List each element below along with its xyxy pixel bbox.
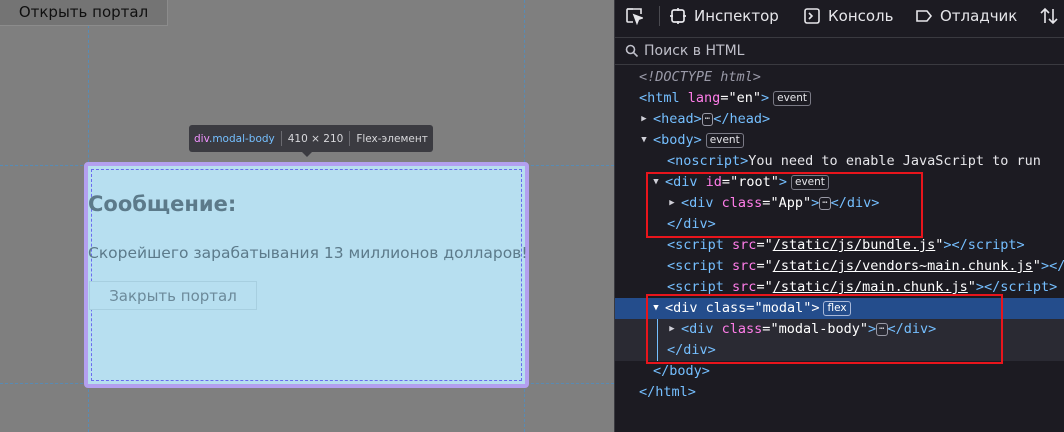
toolbar-divider xyxy=(659,6,660,26)
infobar-type: Flex-элемент xyxy=(356,132,428,145)
modal-title: Сообщение: xyxy=(88,192,237,216)
page-viewport: Открыть портал Сообщение: Скорейшего зар… xyxy=(0,0,614,432)
collapse-arrow-icon[interactable]: ▼ xyxy=(639,130,649,151)
tree-node-html-close[interactable]: </html> xyxy=(615,382,1064,403)
overflow-arrows-icon[interactable] xyxy=(1039,6,1059,30)
tree-node-noscript[interactable]: <noscript>You need to enable JavaScript … xyxy=(615,151,1064,172)
annotation-box-root xyxy=(646,172,923,238)
infobar-size: 410 × 210 xyxy=(287,132,344,145)
html-search-input[interactable] xyxy=(644,43,1024,59)
close-portal-button[interactable]: Закрыть портал xyxy=(89,281,257,310)
node-infobar: div.modal-body 410 × 210 Flex-элемент xyxy=(189,125,433,152)
infobar-arrow xyxy=(301,151,313,157)
tree-node-html[interactable]: <html lang="en"> event xyxy=(615,88,1064,109)
tab-debugger[interactable]: Отладчик xyxy=(915,0,1017,32)
tree-node-doctype[interactable]: <!DOCTYPE html> xyxy=(615,67,1064,88)
collapsed-ellipsis[interactable]: ⋯ xyxy=(701,113,714,126)
console-icon xyxy=(804,8,820,24)
html-search-bar xyxy=(615,37,1064,65)
event-badge[interactable]: event xyxy=(773,91,812,106)
tree-node-script-bundle[interactable]: <script src="/static/js/bundle.js"></scr… xyxy=(615,235,1064,256)
inspector-icon xyxy=(670,8,686,24)
event-badge[interactable]: event xyxy=(705,133,744,148)
devtools-panel: Инспектор Консоль Отладчик Поиск в HTML … xyxy=(614,0,1064,432)
tree-node-script-vendors[interactable]: <script src="/static/js/vendors~main.chu… xyxy=(615,256,1064,277)
tab-label: Отладчик xyxy=(940,7,1018,25)
modal-message: Скорейшего зарабатывания 13 миллионов до… xyxy=(88,244,528,262)
expand-arrow-icon[interactable]: ▶ xyxy=(639,109,649,130)
tab-console[interactable]: Консоль xyxy=(803,0,894,32)
debugger-icon xyxy=(916,10,933,22)
tab-label: Консоль xyxy=(828,7,894,25)
tree-node-body[interactable]: ▼ <body> event xyxy=(615,130,1064,151)
devtools-toolbar: Инспектор Консоль Отладчик xyxy=(615,0,1064,32)
search-icon xyxy=(625,44,639,58)
open-portal-button[interactable]: Открыть портал xyxy=(0,0,168,26)
tab-label: Инспектор xyxy=(694,7,779,25)
tab-inspector[interactable]: Инспектор xyxy=(669,0,779,32)
tree-node-body-close[interactable]: </body> xyxy=(615,361,1064,382)
annotation-box-modal xyxy=(646,294,1003,364)
infobar-tag: div.modal-body xyxy=(194,132,275,145)
tree-node-head[interactable]: ▶ <head> ⋯ </head> xyxy=(615,109,1064,130)
element-picker-icon[interactable] xyxy=(625,7,645,29)
